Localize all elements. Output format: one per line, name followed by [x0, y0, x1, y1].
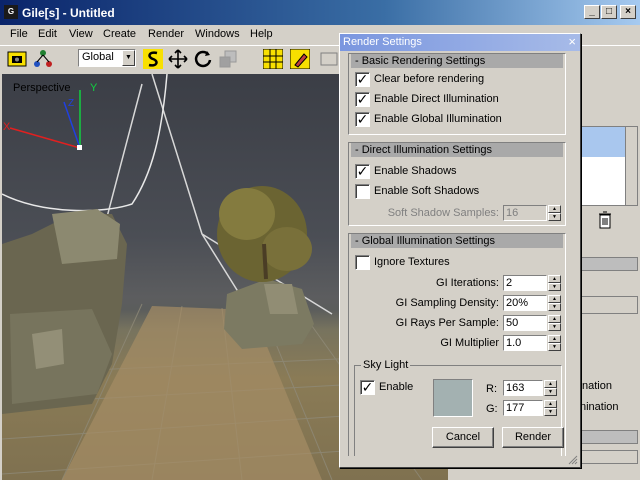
paint-icon[interactable]: [289, 48, 311, 70]
soft-shadow-samples-spinner: ▲ ▼: [548, 205, 561, 221]
soft-shadow-samples-row: Soft Shadow Samples: 16 ▲ ▼: [353, 205, 561, 221]
gi-settings-heading[interactable]: - Global Illumination Settings: [351, 234, 563, 248]
sky-g-row: 177 ▲ ▼: [499, 400, 557, 416]
gi-iterations-label: GI Iterations:: [436, 277, 499, 289]
ignore-textures-checkbox[interactable]: [355, 255, 370, 270]
title-bar: G Gile[s] - Untitled _ □ ×: [0, 0, 640, 25]
trash-icon[interactable]: [596, 210, 614, 230]
panel-rollout-bar-2[interactable]: [578, 430, 638, 444]
gi-rays-row: GI Rays Per Sample: 50 ▲ ▼: [353, 315, 561, 331]
scale-icon[interactable]: [218, 49, 238, 69]
render-button[interactable]: Render: [502, 427, 564, 448]
direct-illumination-rollout: - Direct Illumination Settings ✓ Enable …: [348, 142, 566, 226]
partial-label-2: nination: [580, 401, 619, 413]
gi-multiplier-label: GI Multiplier: [440, 337, 499, 349]
menu-windows[interactable]: Windows: [195, 28, 240, 40]
enable-soft-shadows-label: Enable Soft Shadows: [374, 185, 480, 197]
soft-shadow-samples-field: 16: [503, 205, 547, 221]
sky-g-label: G:: [486, 403, 498, 415]
gi-iterations-field[interactable]: 2: [503, 275, 547, 291]
render-settings-dialog: Render Settings × - Basic Rendering Sett…: [339, 33, 581, 468]
sky-light-enable-checkbox[interactable]: ✓: [360, 380, 375, 395]
sky-light-enable-label: Enable: [379, 381, 414, 393]
dialog-title: Render Settings: [343, 36, 422, 48]
settings-scrollbar[interactable]: [574, 52, 578, 456]
gi-sampling-density-field[interactable]: 20%: [503, 295, 547, 311]
gi-rays-spinner[interactable]: ▲ ▼: [548, 315, 561, 331]
object-list[interactable]: [578, 126, 638, 206]
settings-scroll-area[interactable]: - Basic Rendering Settings ✓ Clear befor…: [348, 52, 574, 456]
enable-soft-shadows-checkbox[interactable]: [355, 184, 370, 199]
direct-illumination-heading[interactable]: - Direct Illumination Settings: [351, 143, 563, 157]
gi-multiplier-field[interactable]: 1.0: [503, 335, 547, 351]
sky-light-label: Sky Light: [361, 359, 411, 371]
global-illumination-label: Enable Global Illumination: [374, 113, 502, 125]
panel-rollout-bar[interactable]: [578, 257, 638, 271]
sky-r-label: R:: [486, 383, 497, 395]
gi-sampling-density-label: GI Sampling Density:: [395, 297, 499, 309]
clear-before-rendering-checkbox[interactable]: ✓: [355, 72, 370, 87]
maximize-button[interactable]: □: [601, 5, 617, 19]
main-window: G Gile[s] - Untitled _ □ × File Edit Vie…: [0, 0, 640, 480]
panel-field[interactable]: [578, 296, 638, 314]
window-title: Gile[s] - Untitled: [22, 6, 115, 20]
axis-z-label: Z: [68, 98, 75, 109]
gi-multiplier-row: GI Multiplier 1.0 ▲ ▼: [353, 335, 561, 351]
enable-shadows-label: Enable Shadows: [374, 165, 457, 177]
menu-create[interactable]: Create: [103, 28, 136, 40]
gi-rays-field[interactable]: 50: [503, 315, 547, 331]
global-illumination-checkbox[interactable]: ✓: [355, 112, 370, 127]
gi-iterations-spinner[interactable]: ▲ ▼: [548, 275, 561, 291]
gi-iterations-row: GI Iterations: 2 ▲ ▼: [353, 275, 561, 291]
sky-r-spinner[interactable]: ▲ ▼: [544, 380, 557, 396]
cancel-button[interactable]: Cancel: [432, 427, 494, 448]
giles-logo-icon: G: [4, 5, 18, 19]
more-tools-icon[interactable]: [320, 49, 338, 69]
ignore-textures-label: Ignore Textures: [374, 256, 450, 268]
dialog-title-bar[interactable]: Render Settings ×: [340, 34, 580, 51]
enable-shadows-checkbox[interactable]: ✓: [355, 164, 370, 179]
direct-illumination-checkbox[interactable]: ✓: [355, 92, 370, 107]
sky-g-spinner[interactable]: ▲ ▼: [544, 400, 557, 416]
panel-field-2[interactable]: [578, 450, 638, 464]
gi-sampling-density-row: GI Sampling Density: 20% ▲ ▼: [353, 295, 561, 311]
axis-y-label: Y: [90, 82, 98, 94]
sky-color-swatch[interactable]: [433, 379, 473, 417]
gi-rays-label: GI Rays Per Sample:: [395, 317, 499, 329]
gi-multiplier-spinner[interactable]: ▲ ▼: [548, 335, 561, 351]
hierarchy-icon[interactable]: [33, 49, 53, 69]
global-illumination-rollout: - Global Illumination Settings Ignore Te…: [348, 233, 566, 456]
sky-g-field[interactable]: 177: [503, 400, 543, 416]
move-icon[interactable]: [168, 49, 188, 69]
direct-illumination-label: Enable Direct Illumination: [374, 93, 499, 105]
menu-render[interactable]: Render: [148, 28, 184, 40]
coord-system-select[interactable]: Global ▼: [78, 49, 136, 67]
render-camera-icon[interactable]: [7, 49, 27, 69]
basic-rendering-heading[interactable]: - Basic Rendering Settings: [351, 54, 563, 68]
select-icon[interactable]: [143, 49, 163, 69]
sky-r-field[interactable]: 163: [503, 380, 543, 396]
menu-file[interactable]: File: [10, 28, 28, 40]
gi-sampling-density-spinner[interactable]: ▲ ▼: [548, 295, 561, 311]
clear-before-rendering-label: Clear before rendering: [374, 73, 485, 85]
partial-label-1: nation: [582, 380, 612, 392]
axis-x-label: X: [3, 121, 11, 133]
menu-view[interactable]: View: [69, 28, 93, 40]
minimize-button[interactable]: _: [584, 5, 600, 19]
menu-edit[interactable]: Edit: [38, 28, 57, 40]
close-icon[interactable]: ×: [568, 35, 576, 49]
grid-snap-icon[interactable]: [262, 48, 284, 70]
close-button[interactable]: ×: [620, 5, 636, 19]
viewport-label[interactable]: Perspective: [13, 82, 70, 94]
rotate-icon[interactable]: [193, 49, 213, 69]
sky-r-row: 163 ▲ ▼: [499, 380, 557, 396]
basic-rendering-rollout: - Basic Rendering Settings ✓ Clear befor…: [348, 53, 566, 135]
coord-system-value: Global: [82, 51, 114, 63]
chevron-down-icon[interactable]: ▼: [122, 50, 135, 66]
soft-shadow-samples-label: Soft Shadow Samples:: [387, 207, 499, 219]
resize-grip-icon[interactable]: [568, 455, 578, 465]
menu-help[interactable]: Help: [250, 28, 273, 40]
